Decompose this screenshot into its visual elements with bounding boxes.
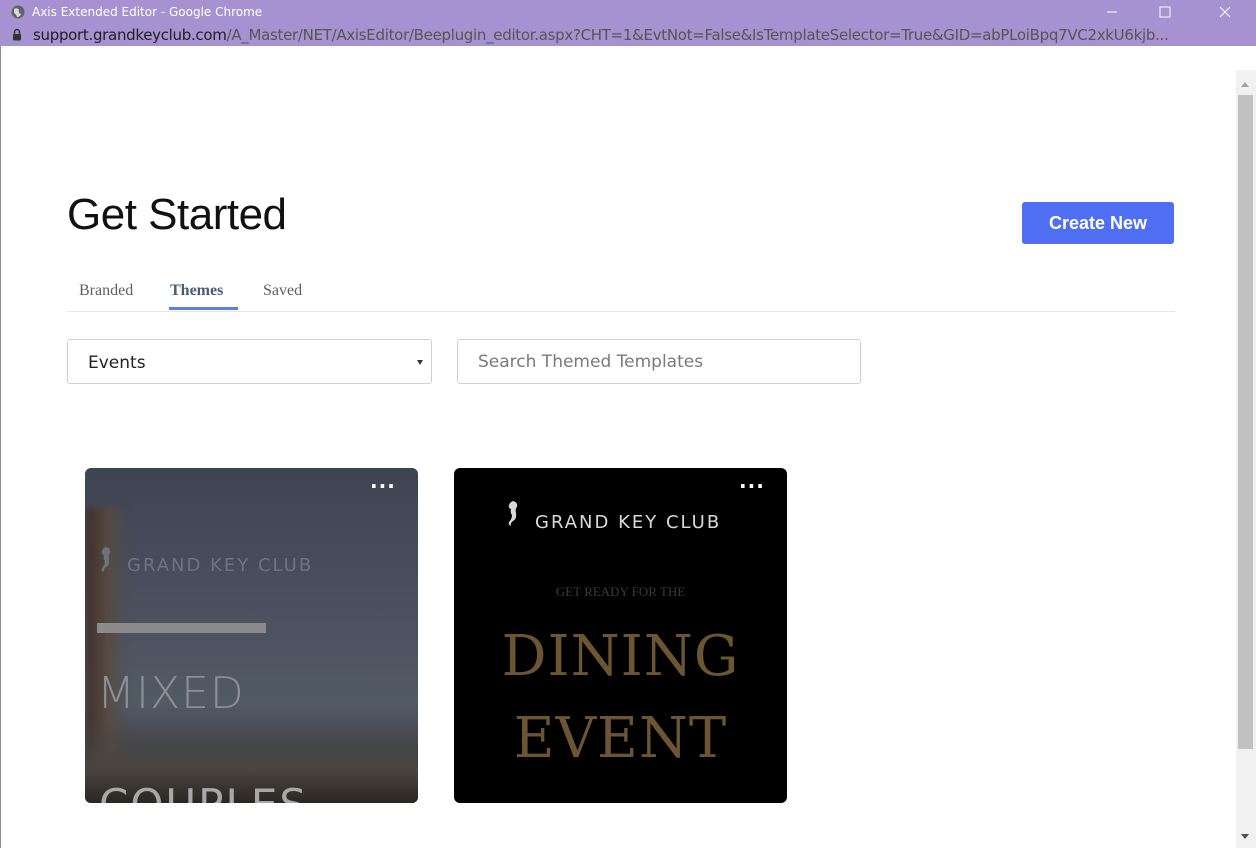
card-divider-bar [97, 623, 266, 633]
card-title-line2: EVENT [513, 706, 728, 771]
scroll-down-arrow-icon[interactable] [1241, 834, 1249, 839]
tab-saved[interactable]: Saved [263, 282, 302, 300]
tab-themes[interactable]: Themes [170, 282, 223, 300]
create-new-button[interactable]: Create New [1022, 202, 1174, 244]
card-kicker-text: GET READY FOR THE [555, 584, 686, 599]
more-options-icon[interactable]: ... [370, 471, 396, 491]
vertical-scrollbar[interactable] [1236, 70, 1256, 848]
url-path: /A_Master/NET/AxisEditor/Beeplugin_edito… [226, 26, 1169, 44]
tab-branded[interactable]: Branded [79, 282, 133, 300]
template-card-dining-event[interactable]: ... GRAND KEY CLUB GET READY FOR THE DIN… [454, 468, 787, 803]
window-border [0, 46, 8, 848]
category-select-value: Events [88, 353, 146, 373]
seahorse-logo-icon [101, 547, 111, 572]
card-logo-text: GRAND KEY CLUB [127, 555, 314, 576]
card-logo-text: GRAND KEY CLUB [535, 512, 722, 533]
lock-icon [13, 28, 21, 41]
url-host: support.grandkeyclub.com [33, 26, 227, 44]
page-title: Get Started [67, 190, 287, 239]
active-tab-indicator [169, 307, 238, 310]
close-icon [1219, 6, 1231, 18]
template-card-mixed-couples[interactable]: ... GRAND KEY CLUB MIXED COUPLES [85, 468, 418, 803]
minimize-icon [1107, 11, 1117, 13]
card-headline: MIXED [97, 668, 245, 719]
card-title-line1: DINING [501, 624, 740, 689]
card-headline-secondary: COUPLES [99, 780, 308, 803]
title-row: Axis Extended Editor - Google Chrome [0, 0, 1256, 24]
close-button[interactable] [1202, 0, 1248, 24]
more-options-icon[interactable]: ... [739, 471, 765, 491]
window-title: Axis Extended Editor - Google Chrome [32, 5, 263, 19]
globe-icon [11, 5, 25, 19]
category-select[interactable]: Events [67, 339, 432, 384]
maximize-button[interactable] [1142, 0, 1188, 24]
browser-titlebar: Axis Extended Editor - Google Chrome sup… [0, 0, 1256, 46]
maximize-icon [1159, 6, 1171, 18]
seahorse-logo-icon [508, 501, 518, 526]
search-themed-templates-input[interactable] [457, 339, 861, 384]
template-tabs: Branded Themes Saved [67, 279, 1175, 312]
address-bar[interactable]: support.grandkeyclub.com/A_Master/NET/Ax… [0, 24, 1256, 46]
scroll-up-arrow-icon[interactable] [1241, 82, 1249, 87]
dropdown-caret-icon [417, 360, 423, 365]
minimize-button[interactable] [1090, 0, 1136, 24]
scroll-thumb[interactable] [1238, 95, 1253, 749]
url-text[interactable]: support.grandkeyclub.com/A_Master/NET/Ax… [33, 26, 1233, 44]
